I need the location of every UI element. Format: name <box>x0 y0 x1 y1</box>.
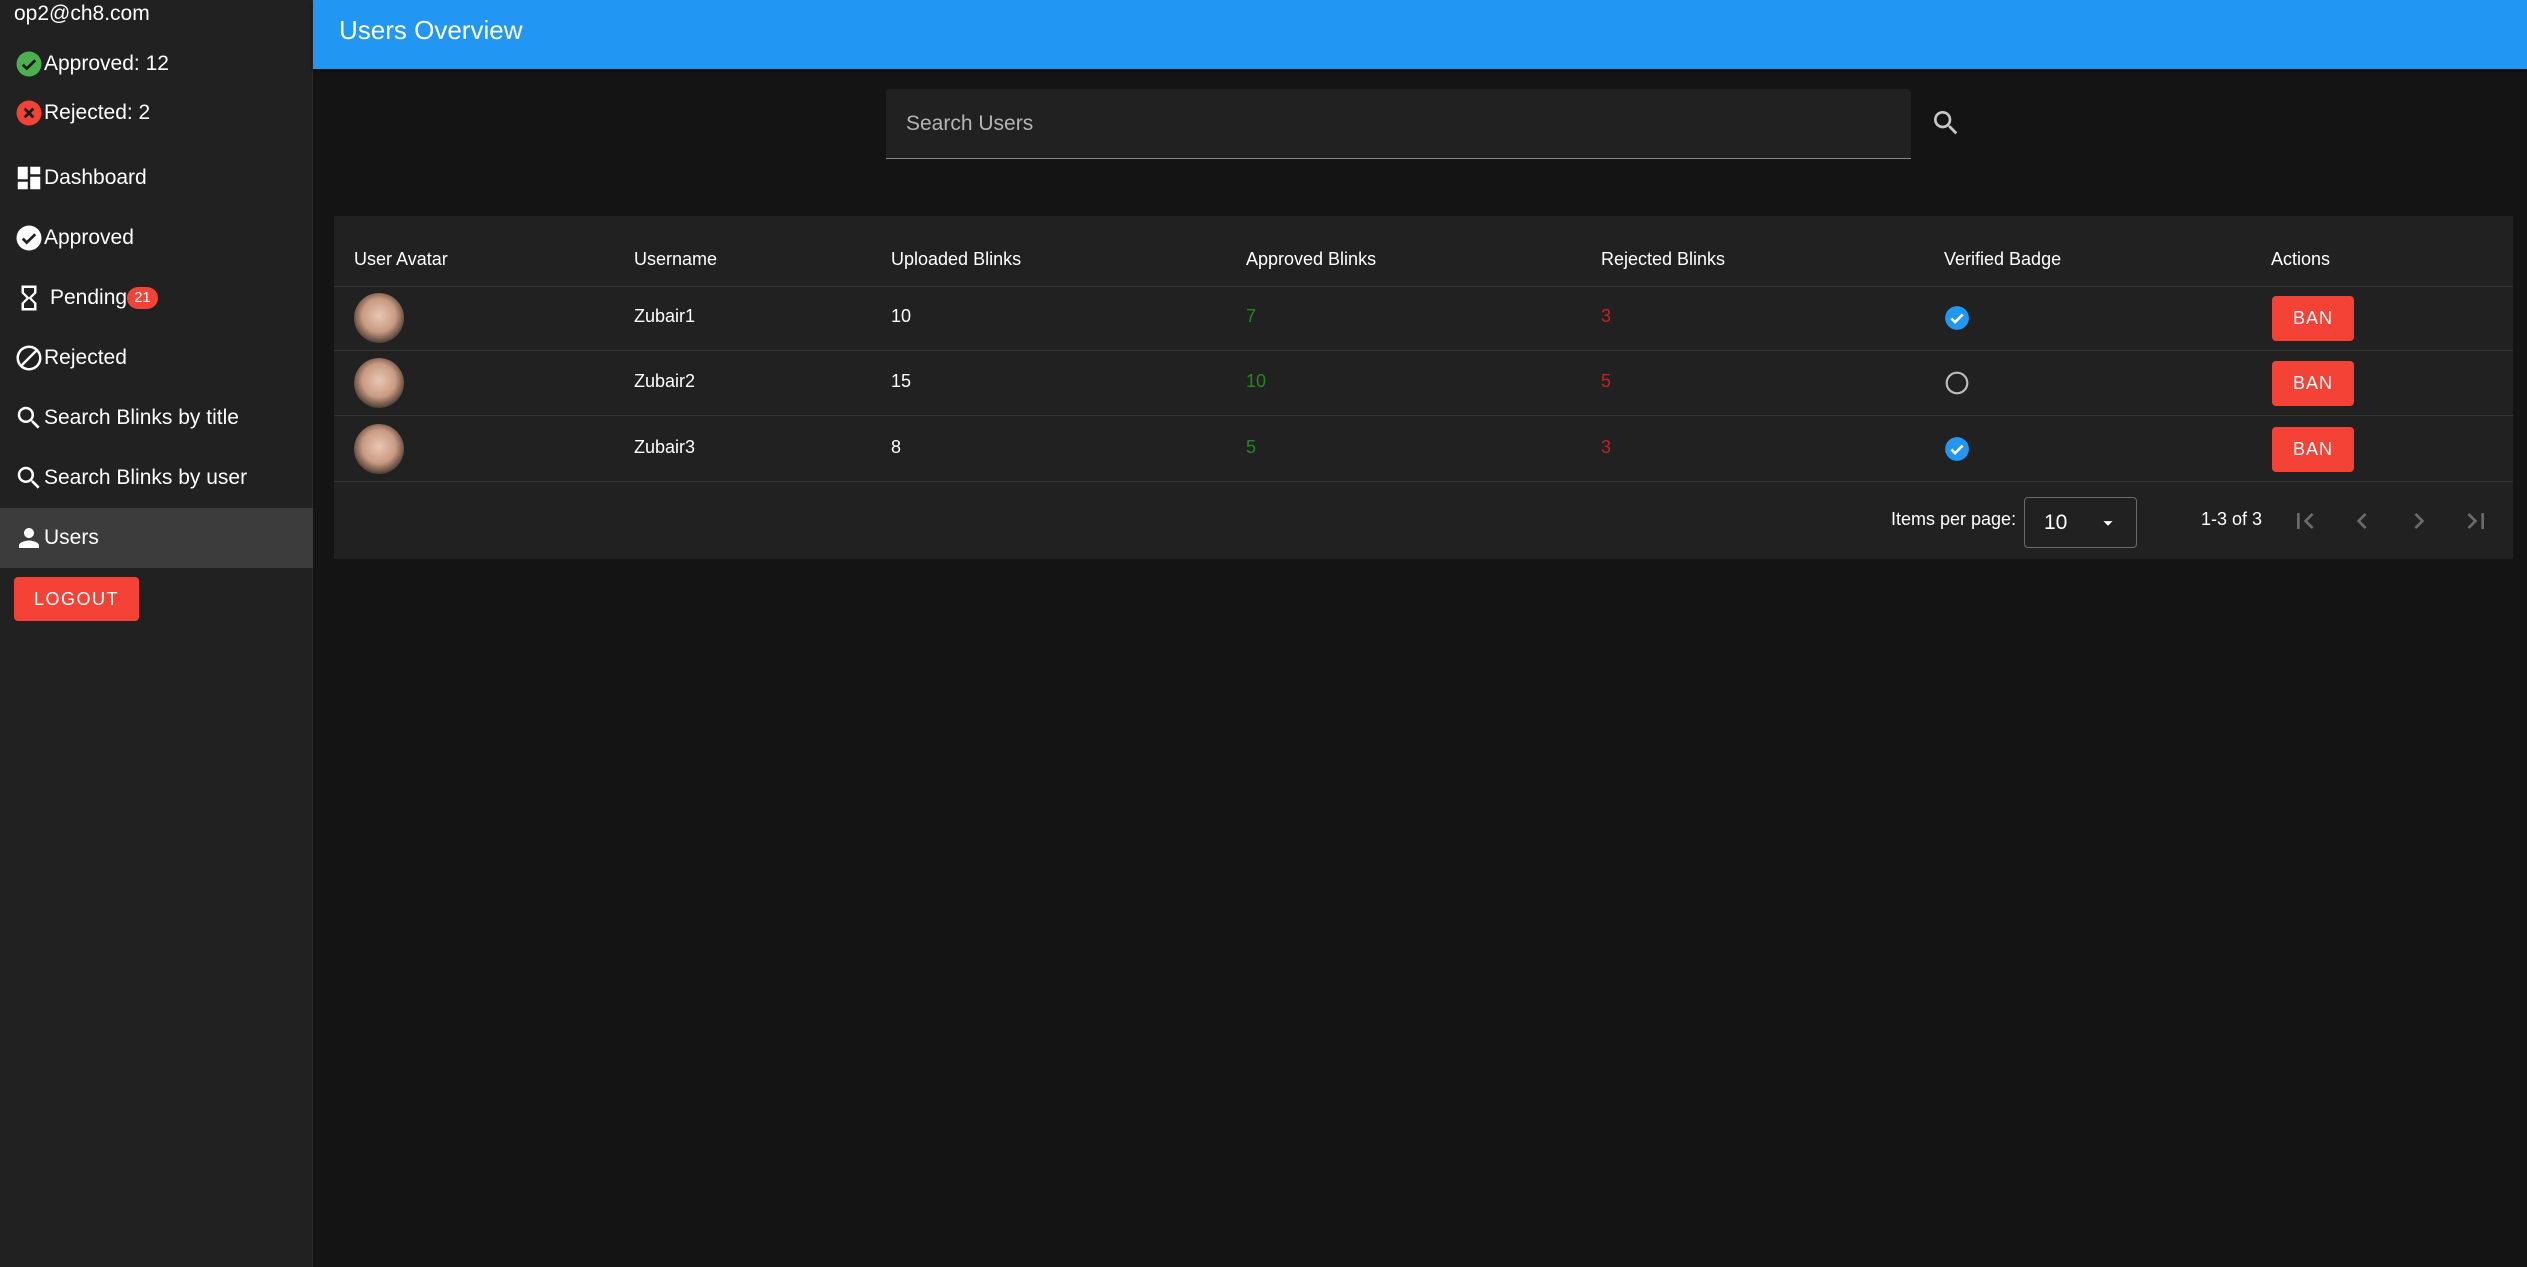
avatar <box>354 358 404 408</box>
chevron-left-icon <box>2356 513 2367 529</box>
users-table: User Avatar Username Uploaded Blinks App… <box>334 216 2513 559</box>
search-icon <box>17 466 40 489</box>
first-page-button[interactable] <box>2283 499 2327 543</box>
items-per-page-label: Items per page: <box>1891 509 2017 529</box>
cell-uploaded: 8 <box>891 437 902 457</box>
rejected-stat-label: Rejected: 2 <box>44 101 151 124</box>
header-user-avatar: User Avatar <box>354 249 448 269</box>
avatar <box>354 293 404 343</box>
items-per-page-value: 10 <box>2044 511 2068 534</box>
cell-username: Zubair1 <box>634 306 696 326</box>
cell-rejected: 5 <box>1601 371 1612 391</box>
header-actions: Actions <box>2271 249 2331 269</box>
nav-approved-label: Approved <box>44 226 134 249</box>
last-page-icon <box>2467 513 2484 529</box>
chevron-right-icon <box>2414 513 2425 529</box>
ban-button[interactable]: BAN <box>2272 361 2354 406</box>
sidebar: op2@ch8.com Approved: 12 Rejected: 2 Das… <box>0 0 313 1267</box>
search-icon <box>1934 111 1958 135</box>
page-title: Users Overview <box>339 15 523 45</box>
page-range: 1-3 of 3 <box>2201 509 2263 529</box>
nav-users[interactable]: Users <box>0 508 313 568</box>
next-page-button[interactable] <box>2397 499 2441 543</box>
verified-check-icon <box>1945 306 1969 330</box>
divider <box>334 481 2513 482</box>
divider <box>334 350 2513 351</box>
nav-search-user[interactable]: Search Blinks by user <box>0 448 313 508</box>
last-page-button[interactable] <box>2454 499 2498 543</box>
cell-uploaded: 10 <box>891 306 912 326</box>
cell-uploaded: 15 <box>891 371 912 391</box>
first-page-icon <box>2297 513 2314 529</box>
ban-button[interactable]: BAN <box>2272 296 2354 341</box>
rejected-stat: Rejected: 2 <box>14 98 150 128</box>
nav-search-title-label: Search Blinks by title <box>44 406 239 429</box>
header-approved-blinks: Approved Blinks <box>1246 249 1377 269</box>
check-circle-icon <box>16 51 42 77</box>
cell-approved: 7 <box>1246 306 1257 326</box>
ban-button[interactable]: BAN <box>2272 427 2354 472</box>
hourglass-icon <box>21 285 37 311</box>
nav-users-label: Users <box>44 526 99 549</box>
cancel-circle-icon <box>16 100 42 126</box>
nav-rejected-label: Rejected <box>44 346 127 369</box>
search-button[interactable] <box>1930 107 1962 139</box>
previous-page-button[interactable] <box>2340 499 2384 543</box>
search-input[interactable] <box>886 89 1911 158</box>
cell-approved: 5 <box>1246 437 1257 457</box>
cell-approved: 10 <box>1246 371 1267 391</box>
nav-dashboard[interactable]: Dashboard <box>0 148 313 208</box>
nav-pending[interactable]: Pending 21 <box>0 268 313 328</box>
nav-search-title[interactable]: Search Blinks by title <box>0 388 313 448</box>
block-icon <box>16 345 42 371</box>
logout-button[interactable]: LOGOUT <box>14 577 139 621</box>
avatar <box>354 424 404 474</box>
header-username: Username <box>634 249 718 269</box>
approved-stat: Approved: 12 <box>14 49 169 79</box>
search-field <box>886 89 1911 159</box>
pending-count-badge: 21 <box>127 287 158 309</box>
person-icon <box>19 528 39 548</box>
divider <box>334 415 2513 416</box>
nav-rejected[interactable]: Rejected <box>0 328 313 388</box>
dropdown-arrow-icon <box>2103 521 2113 526</box>
nav-pending-label: Pending <box>50 286 128 309</box>
app-header: Users Overview <box>313 0 2527 69</box>
divider <box>334 286 2513 287</box>
nav-search-user-label: Search Blinks by user <box>44 466 248 489</box>
nav-dashboard-label: Dashboard <box>44 166 147 189</box>
items-per-page-select[interactable]: 10 <box>2024 497 2137 548</box>
check-circle-icon <box>16 225 42 251</box>
dashboard-icon <box>17 166 41 190</box>
header-rejected-blinks: Rejected Blinks <box>1601 249 1726 269</box>
unverified-circle-icon <box>1945 371 1969 395</box>
cell-rejected: 3 <box>1601 437 1612 457</box>
approved-stat-label: Approved: 12 <box>44 52 169 75</box>
header-verified-badge: Verified Badge <box>1944 249 2062 269</box>
cell-username: Zubair3 <box>634 437 696 457</box>
cell-rejected: 3 <box>1601 306 1612 326</box>
header-uploaded-blinks: Uploaded Blinks <box>891 249 1022 269</box>
cell-username: Zubair2 <box>634 371 696 391</box>
search-icon <box>17 406 40 429</box>
user-email: op2@ch8.com <box>14 2 150 25</box>
nav-approved[interactable]: Approved <box>0 208 313 268</box>
verified-check-icon <box>1945 437 1969 461</box>
